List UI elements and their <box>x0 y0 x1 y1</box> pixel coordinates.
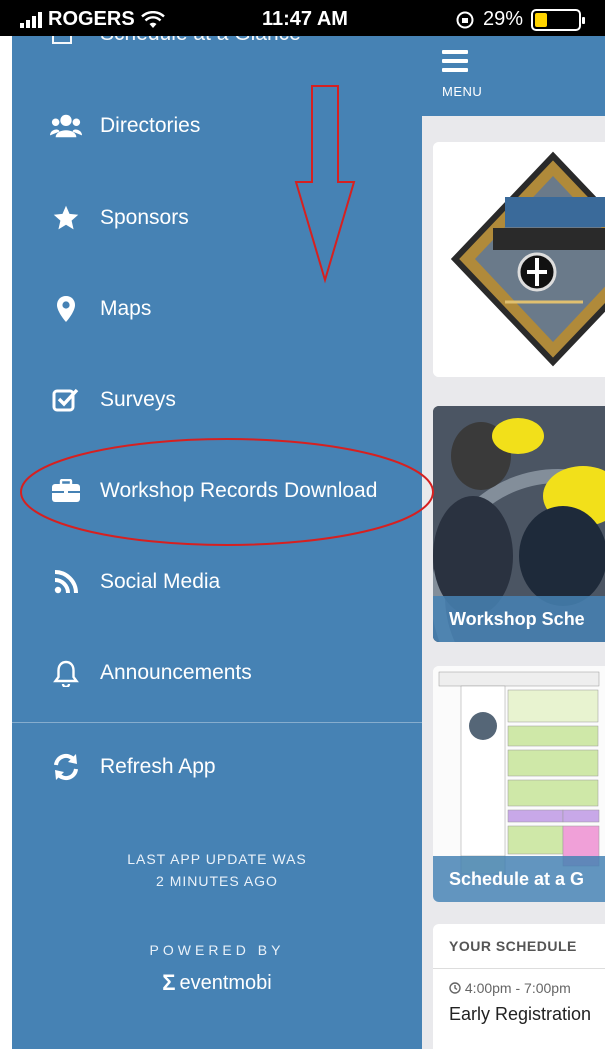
drawer-item-directories[interactable]: Directories <box>12 96 422 156</box>
clock: 11:47 AM <box>262 8 348 30</box>
last-update-line1: LAST APP UPDATE WAS <box>127 851 307 867</box>
last-update-line2: 2 MINUTES AGO <box>156 873 278 889</box>
orientation-lock-icon <box>456 11 474 28</box>
users-icon <box>50 110 82 142</box>
session-time: 4:00pm - 7:00pm <box>449 980 571 996</box>
menu-label[interactable]: MENU <box>442 84 482 99</box>
drawer-item-label: Announcements <box>100 661 252 684</box>
app-screen: ROGERS 11:47 AM 29% MENU Workshop Sche S… <box>0 0 605 1049</box>
red-ellipse-annotation <box>20 438 434 546</box>
eventmobi-logo[interactable]: Σ eventmobi <box>12 970 422 996</box>
star-icon <box>50 202 82 234</box>
drawer-item-label: Directories <box>100 114 201 137</box>
app-header: MENU <box>422 36 605 116</box>
status-bar: ROGERS 11:47 AM 29% <box>0 0 605 36</box>
brand-name: eventmobi <box>179 971 272 994</box>
last-update-text: LAST APP UPDATE WAS 2 MINUTES AGO <box>12 848 422 892</box>
rss-icon <box>50 566 82 598</box>
clock-icon <box>449 982 461 994</box>
battery-level <box>535 12 547 27</box>
battery-percent: 29% <box>482 8 523 30</box>
hamburger-icon[interactable] <box>442 50 468 77</box>
drawer-item-label: Social Media <box>100 570 221 593</box>
workshop-schedule-card[interactable]: Workshop Sche <box>433 406 605 642</box>
carrier-indicator: ROGERS <box>20 8 165 31</box>
schedule-glance-caption: Schedule at a G <box>433 856 605 902</box>
drawer-item-label: Sponsors <box>100 206 189 229</box>
status-right: 29% <box>455 8 585 31</box>
map-marker-icon <box>50 293 82 325</box>
drawer-divider <box>12 722 422 723</box>
powered-by-label: POWERED BY <box>149 942 285 958</box>
drawer-item-surveys[interactable]: Surveys <box>12 370 422 430</box>
signal-icon <box>20 11 42 28</box>
session-time-text: 4:00pm - 7:00pm <box>464 980 571 996</box>
carrier-name: ROGERS <box>48 8 135 30</box>
checkbox-icon <box>50 384 82 416</box>
drawer-item-label: Maps <box>100 297 152 320</box>
eventmobi-mark-icon: Σ <box>162 970 176 995</box>
drawer-item-maps[interactable]: Maps <box>12 279 422 339</box>
wifi-icon <box>140 10 165 28</box>
battery-icon <box>531 8 585 31</box>
drawer-item-label: Surveys <box>100 388 176 411</box>
session-title[interactable]: Early Registration <box>449 1004 591 1025</box>
divider <box>433 968 605 969</box>
drawer-item-announcements[interactable]: Announcements <box>12 643 422 703</box>
your-schedule-heading: YOUR SCHEDULE <box>449 938 577 954</box>
estmp-logo-image <box>433 142 605 377</box>
drawer-item-sponsors[interactable]: Sponsors <box>12 188 422 248</box>
drawer-item-social-media[interactable]: Social Media <box>12 552 422 612</box>
bell-icon <box>50 657 82 689</box>
schedule-glance-card[interactable]: Schedule at a G <box>433 666 605 902</box>
refresh-icon <box>50 751 82 783</box>
refresh-app-label: Refresh App <box>100 755 216 778</box>
refresh-app-button[interactable]: Refresh App <box>12 737 422 797</box>
logo-card[interactable] <box>433 142 605 377</box>
workshop-schedule-caption: Workshop Sche <box>433 596 605 642</box>
your-schedule-panel: YOUR SCHEDULE 4:00pm - 7:00pm Early Regi… <box>433 924 605 1049</box>
red-down-arrow-annotation <box>294 85 356 284</box>
